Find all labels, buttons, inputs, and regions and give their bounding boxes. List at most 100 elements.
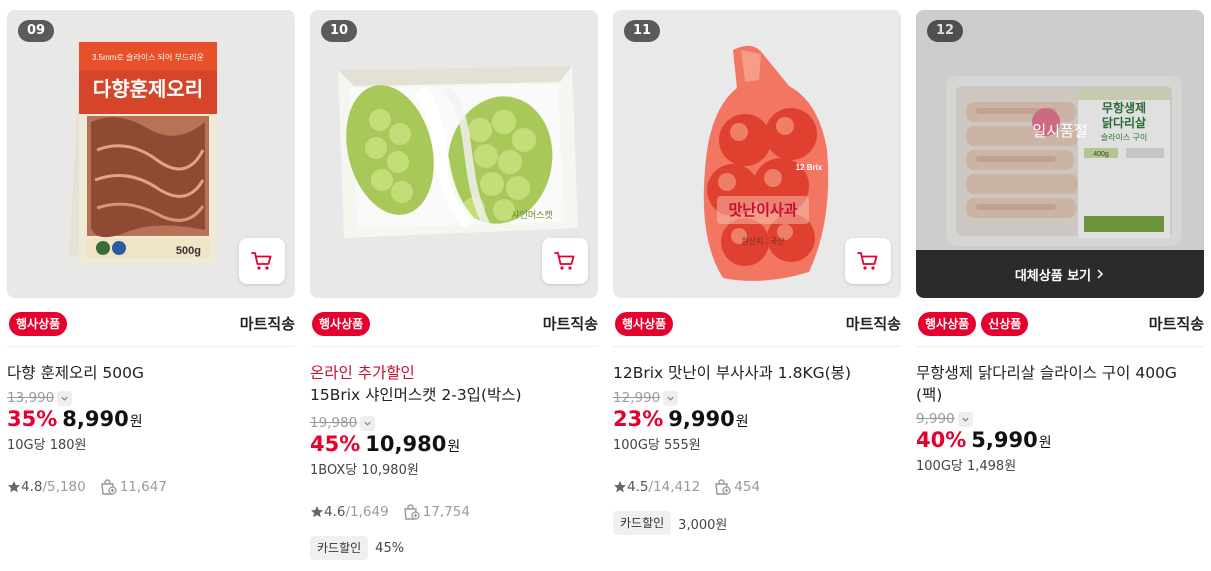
discount-rate: 40% — [916, 428, 967, 452]
discount-rate: 35% — [7, 407, 58, 431]
unit-price: 100G당 1,498원 — [916, 459, 1017, 474]
original-price: 9,990 — [916, 411, 955, 427]
sale-price: 5,990 — [971, 428, 1038, 452]
chevron-down-icon — [61, 396, 68, 401]
seller-label: 마트직송 — [542, 315, 598, 333]
purchase-bag-icon — [100, 479, 117, 495]
card-discount-value: 45% — [375, 540, 405, 556]
original-price: 19,980 — [310, 415, 358, 431]
review-count[interactable]: 5,180 — [47, 479, 86, 495]
card-discount-row: 카드할인 45% — [310, 536, 598, 560]
price-info-toggle[interactable] — [360, 415, 376, 431]
currency-unit: 원 — [1038, 435, 1052, 451]
purchase-count-group: 11,647 — [100, 479, 167, 495]
price-info-toggle[interactable] — [957, 411, 973, 427]
card-discount-badge: 카드할인 — [613, 511, 672, 535]
product-info: 무항생제 닭다리살 슬라이스 구이 400G (팩) 9,990 40% 5,9… — [916, 362, 1204, 476]
promo-text: 온라인 추가할인 — [310, 364, 415, 382]
seller-label: 마트직송 — [845, 315, 901, 333]
product-image[interactable]: 맛난이사과 원산지 : 국산 12 Brix 11 — [613, 10, 901, 298]
view-alternative-button[interactable]: 대체상품 보기 — [916, 250, 1204, 298]
review-count[interactable]: 1,649 — [350, 504, 389, 520]
price-info-toggle[interactable] — [57, 390, 73, 406]
rank-badge: 10 — [321, 20, 358, 42]
view-alternative-label: 대체상품 보기 — [1014, 268, 1092, 284]
svg-text:3.5mm로 슬라이스 되어 부드러운: 3.5mm로 슬라이스 되어 부드러운 — [92, 52, 204, 62]
product-card[interactable]: 샤인머스캣 10 행사상품 마트직송 온라인 추가할인 15Brix 샤인머스캣… — [310, 10, 598, 571]
review-stats: 4.6 / 1,649 17,754 — [310, 502, 598, 522]
card-discount-row: 카드할인 3,000원 — [613, 511, 901, 535]
sale-price: 8,990 — [62, 407, 129, 431]
product-name[interactable]: 12Brix 맛난이 부사사과 1.8KG(봉) — [613, 362, 901, 384]
original-price: 12,990 — [613, 390, 661, 406]
cart-icon — [554, 252, 575, 270]
product-name[interactable]: 무항생제 닭다리살 슬라이스 구이 400G (팩) — [916, 362, 1204, 406]
add-to-cart-button[interactable] — [845, 238, 891, 284]
price-info-toggle[interactable] — [663, 390, 679, 406]
new-product-tag: 신상품 — [981, 312, 1029, 336]
original-price-row: 9,990 — [916, 410, 1204, 428]
star-icon — [7, 480, 21, 494]
svg-text:맛난이사과: 맛난이사과 — [728, 201, 797, 219]
svg-text:500g: 500g — [176, 245, 201, 257]
star-icon — [310, 505, 324, 519]
cart-icon — [251, 252, 272, 270]
purchase-bag-icon — [715, 479, 731, 495]
svg-text:원산지 : 국산: 원산지 : 국산 — [741, 236, 785, 246]
purchase-count-group: 454 — [714, 479, 760, 495]
product-card[interactable]: 무항생제 닭다리살 슬라이스 구이 400g 12 일시품절 대체상품 보기 행… — [916, 10, 1204, 571]
original-price-row: 12,990 — [613, 389, 901, 407]
product-image[interactable]: 샤인머스캣 10 — [310, 10, 598, 298]
original-price-row: 19,980 — [310, 414, 598, 432]
sale-price: 9,990 — [668, 407, 735, 431]
sold-out-label: 일시품절 — [916, 10, 1204, 250]
product-grid: 다향훈제오리 3.5mm로 슬라이스 되어 부드러운 500g 09 행사상품 … — [0, 0, 1211, 571]
cart-icon — [857, 252, 878, 270]
discount-rate: 23% — [613, 407, 664, 431]
product-name[interactable]: 15Brix 샤인머스캣 2-3입(박스) — [310, 384, 598, 406]
rating-value: 4.5 — [627, 479, 649, 495]
original-price-row: 13,990 — [7, 389, 295, 407]
product-image[interactable]: 무항생제 닭다리살 슬라이스 구이 400g 12 일시품절 대체상품 보기 — [916, 10, 1204, 298]
unit-price: 10G당 180원 — [7, 438, 87, 453]
purchase-count: 454 — [734, 479, 761, 495]
svg-text:12 Brix: 12 Brix — [796, 163, 823, 172]
discount-rate: 45% — [310, 432, 361, 456]
product-card[interactable]: 맛난이사과 원산지 : 국산 12 Brix 11 행사상품 마트직송 12Br… — [613, 10, 901, 571]
chevron-down-icon — [364, 421, 371, 426]
product-info: 다향 훈제오리 500G 13,990 35% 8,990 원 10G당 180… — [7, 362, 295, 497]
price-row: 23% 9,990 원 — [613, 407, 901, 435]
review-stats: 4.8 / 5,180 11,647 — [7, 477, 295, 497]
divider — [613, 346, 901, 347]
chevron-down-icon — [667, 396, 674, 401]
rank-badge: 09 — [18, 20, 55, 42]
add-to-cart-button[interactable] — [239, 238, 285, 284]
currency-unit: 원 — [735, 414, 749, 430]
purchase-count: 17,754 — [422, 504, 470, 520]
unit-price: 1BOX당 10,980원 — [310, 463, 419, 478]
seller-label: 마트직송 — [239, 315, 295, 333]
chevron-down-icon — [962, 417, 969, 422]
unit-price: 100G당 555원 — [613, 438, 701, 453]
product-image[interactable]: 다향훈제오리 3.5mm로 슬라이스 되어 부드러운 500g 09 — [7, 10, 295, 298]
divider — [916, 346, 1204, 347]
product-info: 온라인 추가할인 15Brix 샤인머스캣 2-3입(박스) 19,980 45… — [310, 362, 598, 560]
rating-value: 4.6 — [324, 504, 346, 520]
divider — [7, 346, 295, 347]
event-tag: 행사상품 — [312, 312, 371, 336]
price-row: 35% 8,990 원 — [7, 407, 295, 435]
rank-badge: 11 — [624, 20, 661, 42]
purchase-count: 11,647 — [119, 479, 167, 495]
seller-label: 마트직송 — [1148, 315, 1204, 333]
purchase-bag-icon — [403, 504, 420, 520]
product-name[interactable]: 다향 훈제오리 500G — [7, 362, 295, 384]
card-discount-badge: 카드할인 — [310, 536, 369, 560]
product-card[interactable]: 다향훈제오리 3.5mm로 슬라이스 되어 부드러운 500g 09 행사상품 … — [7, 10, 295, 571]
package-brand-text: 다향훈제오리 — [93, 78, 203, 101]
review-count[interactable]: 14,412 — [653, 479, 700, 495]
currency-unit: 원 — [129, 414, 143, 430]
purchase-count-group: 17,754 — [403, 504, 470, 520]
original-price: 13,990 — [7, 390, 55, 406]
card-discount-value: 3,000원 — [678, 517, 728, 533]
add-to-cart-button[interactable] — [542, 238, 588, 284]
